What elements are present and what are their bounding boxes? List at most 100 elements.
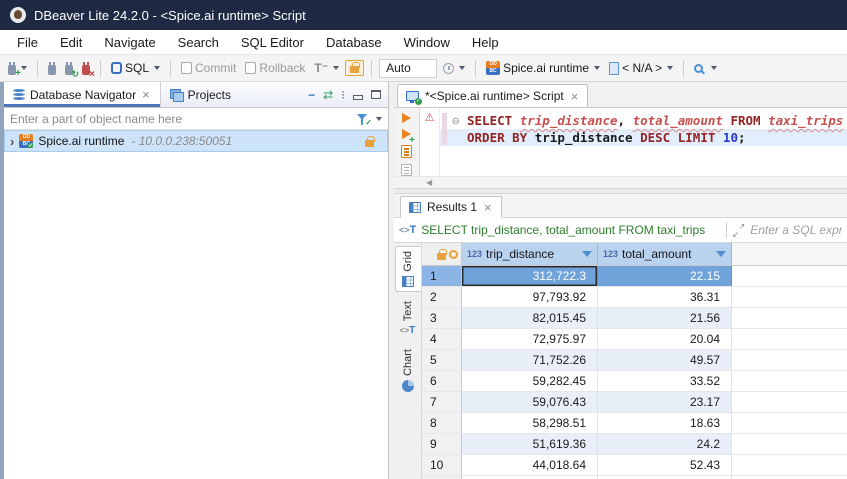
- commit-button[interactable]: Commit: [178, 59, 239, 77]
- results-filter-input[interactable]: Enter a SQL expression to: [750, 223, 842, 237]
- dbeaver-logo-icon: [10, 7, 26, 23]
- code-token: [761, 113, 769, 128]
- search-button[interactable]: [691, 62, 720, 75]
- chevron-down-icon[interactable]: [376, 117, 382, 121]
- code-editor[interactable]: ⊖SELECT trip_distance, total_amount FROM…: [440, 108, 847, 176]
- tab-projects-label: Projects: [188, 88, 231, 102]
- row-number-cell[interactable]: 5: [422, 350, 462, 370]
- active-connection-selector[interactable]: ODBCSpice.ai runtime: [483, 59, 603, 77]
- tab-results-1[interactable]: Results 1 ×: [400, 196, 502, 218]
- fold-minus-icon[interactable]: ⊖: [452, 112, 467, 129]
- execute-new-tab-icon[interactable]: [402, 129, 411, 139]
- data-cell[interactable]: 312,722.3: [462, 266, 598, 286]
- chevron-down-icon[interactable]: [667, 66, 673, 70]
- editor-horizontal-scrollbar[interactable]: ◀: [394, 176, 847, 188]
- close-icon[interactable]: ×: [483, 201, 493, 214]
- execute-statement-icon[interactable]: [402, 113, 411, 123]
- data-cell[interactable]: 24.2: [598, 434, 732, 454]
- history-button[interactable]: [440, 61, 468, 76]
- data-cell[interactable]: 22.15: [598, 266, 732, 286]
- data-cell[interactable]: 51,619.36: [462, 434, 598, 454]
- sort-triangle-icon[interactable]: [716, 251, 726, 257]
- tab-database-navigator[interactable]: Database Navigator ×: [4, 82, 161, 107]
- explain-plan-icon[interactable]: [401, 164, 412, 177]
- tab-projects[interactable]: Projects: [161, 82, 240, 107]
- chevron-down-icon[interactable]: [333, 66, 339, 70]
- menu-navigate[interactable]: Navigate: [93, 33, 166, 52]
- row-number-cell[interactable]: 10: [422, 455, 462, 475]
- data-cell[interactable]: 20.04: [598, 329, 732, 349]
- data-cell[interactable]: 59,282.45: [462, 371, 598, 391]
- reconnect-button[interactable]: [62, 60, 76, 77]
- maximize-results-icon[interactable]: ↗↙: [732, 224, 745, 237]
- menu-file[interactable]: File: [6, 33, 49, 52]
- commit-mode-combo[interactable]: Auto: [379, 59, 437, 78]
- chevron-down-icon[interactable]: [711, 66, 717, 70]
- close-icon[interactable]: ×: [141, 88, 151, 101]
- tab-script-editor[interactable]: ✓ *<Spice.ai runtime> Script ×: [397, 84, 588, 107]
- column-header-total-amount[interactable]: 123 total_amount: [598, 243, 732, 265]
- data-cell[interactable]: 59,076.43: [462, 392, 598, 412]
- row-number-cell[interactable]: 3: [422, 308, 462, 328]
- data-cell[interactable]: 58,298.51: [462, 413, 598, 433]
- chevron-down-icon[interactable]: [594, 66, 600, 70]
- row-number-cell[interactable]: 2: [422, 287, 462, 307]
- maximize-icon[interactable]: [371, 90, 381, 99]
- filter-funnel-icon[interactable]: ✓: [356, 113, 370, 125]
- object-filter-input[interactable]: [10, 112, 352, 126]
- data-cell[interactable]: 21.56: [598, 308, 732, 328]
- minimize-icon[interactable]: [353, 95, 363, 100]
- data-cell[interactable]: 72,975.97: [462, 329, 598, 349]
- transaction-mode-button[interactable]: T⁻: [311, 59, 342, 77]
- chevron-down-icon[interactable]: [459, 66, 465, 70]
- code-line[interactable]: ⊖SELECT trip_distance, total_amount FROM…: [440, 112, 847, 129]
- execute-script-icon[interactable]: [401, 145, 412, 158]
- connect-button[interactable]: [45, 60, 59, 77]
- row-number-cell[interactable]: 7: [422, 392, 462, 412]
- column-header-trip-distance[interactable]: 123 trip_distance: [462, 243, 598, 265]
- data-cell[interactable]: 44,018.64: [462, 455, 598, 475]
- scroll-left-icon[interactable]: ◀: [426, 178, 432, 187]
- sql-editor-button[interactable]: SQL: [108, 59, 163, 77]
- numeric-type-icon: 123: [603, 249, 618, 259]
- rollback-button[interactable]: Rollback: [242, 59, 308, 77]
- chevron-down-icon[interactable]: [21, 66, 27, 70]
- row-number-cell[interactable]: 6: [422, 371, 462, 391]
- code-line[interactable]: ORDER BY trip_distance DESC LIMIT 10;: [440, 129, 847, 146]
- data-cell[interactable]: 23.17: [598, 392, 732, 412]
- row-number-cell[interactable]: 8: [422, 413, 462, 433]
- menu-edit[interactable]: Edit: [49, 33, 93, 52]
- menu-search[interactable]: Search: [167, 33, 230, 52]
- link-with-editor-icon[interactable]: ⇄: [323, 88, 333, 102]
- menu-database[interactable]: Database: [315, 33, 393, 52]
- data-cell[interactable]: 82,015.45: [462, 308, 598, 328]
- row-number-cell[interactable]: 9: [422, 434, 462, 454]
- data-cell[interactable]: 49.57: [598, 350, 732, 370]
- menu-window[interactable]: Window: [393, 33, 461, 52]
- tab-chart[interactable]: Chart: [395, 345, 421, 396]
- data-cell[interactable]: 33.52: [598, 371, 732, 391]
- data-cell[interactable]: 97,793.92: [462, 287, 598, 307]
- chevron-down-icon[interactable]: [154, 66, 160, 70]
- sort-triangle-icon[interactable]: [582, 251, 592, 257]
- data-cell[interactable]: 52.43: [598, 455, 732, 475]
- close-icon[interactable]: ×: [570, 90, 580, 103]
- autocommit-toggle[interactable]: [345, 60, 364, 76]
- row-number-cell[interactable]: 1: [422, 266, 462, 286]
- menu-help[interactable]: Help: [461, 33, 510, 52]
- new-connection-button[interactable]: [5, 60, 30, 77]
- active-schema-selector[interactable]: < N/A >: [606, 59, 676, 77]
- connection-tree-item[interactable]: › ODBC Spice.ai runtime - 10.0.0.238:500…: [4, 130, 388, 152]
- tab-text[interactable]: Text <>T: [395, 297, 421, 340]
- data-cell[interactable]: 36.31: [598, 287, 732, 307]
- menu-sql-editor[interactable]: SQL Editor: [230, 33, 315, 52]
- row-number-cell[interactable]: 4: [422, 329, 462, 349]
- expand-chevron-icon[interactable]: ›: [10, 135, 14, 148]
- collapse-all-icon[interactable]: −: [308, 88, 315, 102]
- tab-grid[interactable]: Grid: [395, 246, 421, 292]
- disconnect-button[interactable]: [79, 60, 93, 77]
- data-cell[interactable]: 18.63: [598, 413, 732, 433]
- view-menu-icon[interactable]: ⁝: [341, 88, 345, 102]
- grid-corner-cell[interactable]: [422, 243, 462, 265]
- data-cell[interactable]: 71,752.26: [462, 350, 598, 370]
